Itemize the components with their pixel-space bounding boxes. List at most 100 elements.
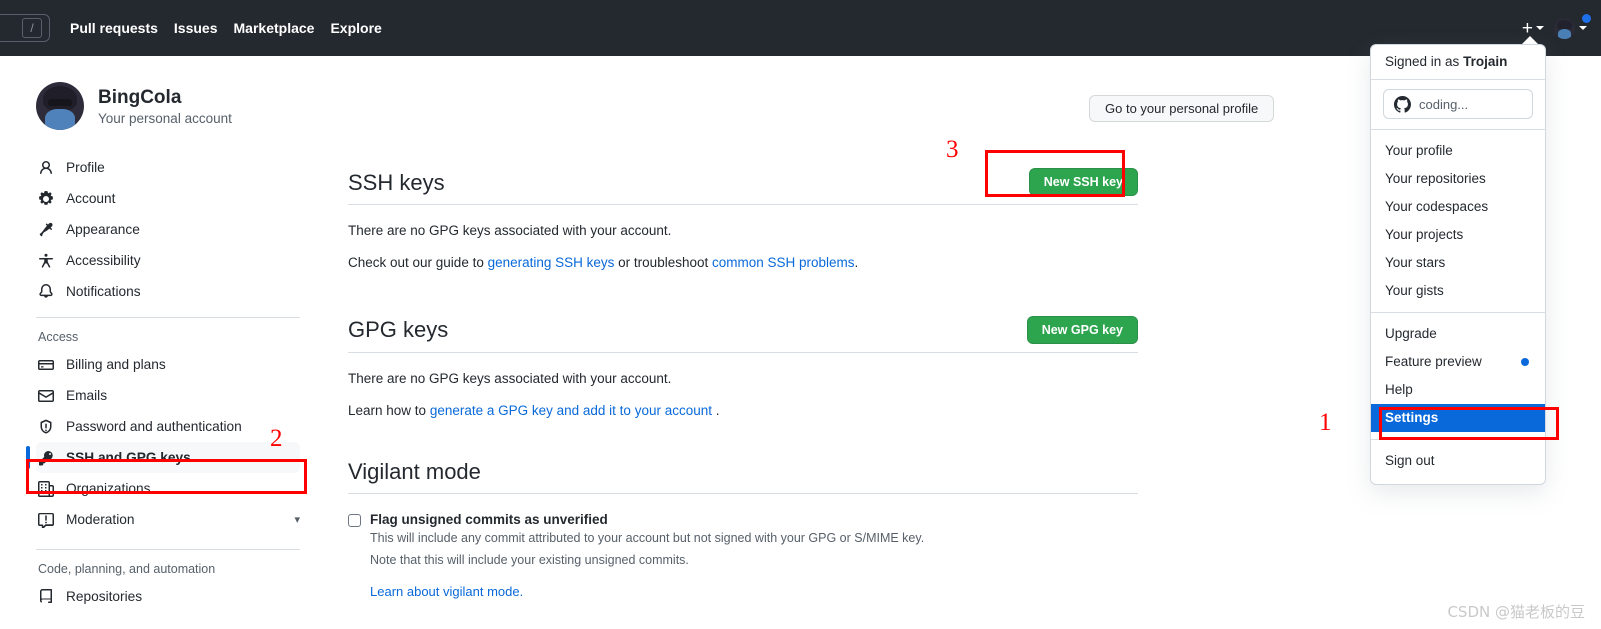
signed-in-username: Trojain xyxy=(1463,54,1508,69)
sidebar-item-accessibility[interactable]: Accessibility xyxy=(36,245,300,276)
menu-item-label: Feature preview xyxy=(1385,354,1482,369)
mail-icon xyxy=(38,388,54,404)
go-to-personal-profile-button[interactable]: Go to your personal profile xyxy=(1089,95,1275,122)
organization-icon xyxy=(38,480,54,497)
gpg-keys-body: There are no GPG keys associated with yo… xyxy=(348,353,1138,422)
menu-item-your-codespaces[interactable]: Your codespaces xyxy=(1371,193,1545,221)
status-text: coding... xyxy=(1419,96,1469,112)
account-subtitle: Your personal account xyxy=(98,110,232,126)
learn-about-vigilant-mode-link[interactable]: Learn about vigilant mode. xyxy=(370,584,523,599)
key-icon xyxy=(38,450,54,466)
generating-ssh-keys-link[interactable]: generating SSH keys xyxy=(488,255,615,270)
sidebar-item-ssh-and-gpg-keys[interactable]: SSH and GPG keys xyxy=(26,442,300,473)
shield-icon xyxy=(38,419,54,435)
sidebar-item-profile[interactable]: Profile xyxy=(36,152,300,183)
nav-explore[interactable]: Explore xyxy=(330,20,381,36)
sidebar-item-moderation[interactable]: Moderation ▾ xyxy=(36,504,300,535)
annotation-number-2: 2 xyxy=(270,425,283,452)
global-header: / Pull requests Issues Marketplace Explo… xyxy=(0,0,1601,56)
menu-item-settings[interactable]: Settings xyxy=(1371,404,1545,432)
sidebar-item-label: Moderation xyxy=(66,512,135,527)
status-section: coding... xyxy=(1371,80,1545,130)
sidebar-item-label: Accessibility xyxy=(66,253,141,268)
dropdown-group-signout: Sign out xyxy=(1371,440,1545,482)
menu-item-upgrade[interactable]: Upgrade xyxy=(1371,320,1545,348)
sidebar-section-code-planning-automation: Code, planning, and automation xyxy=(38,562,216,576)
sidebar-primary-list: Profile Account Appearance Accessibility xyxy=(0,152,330,307)
menu-item-your-gists[interactable]: Your gists xyxy=(1371,277,1545,305)
search-shortcut-badge: / xyxy=(22,18,42,38)
menu-item-your-stars[interactable]: Your stars xyxy=(1371,249,1545,277)
menu-item-your-repositories[interactable]: Your repositories xyxy=(1371,165,1545,193)
menu-item-label: Help xyxy=(1385,382,1413,397)
sidebar-item-billing-and-plans[interactable]: Billing and plans xyxy=(36,349,300,380)
ssh-keys-body: There are no GPG keys associated with yo… xyxy=(348,205,1138,274)
sidebar-section-access: Access xyxy=(38,330,79,344)
nav-issues[interactable]: Issues xyxy=(174,20,218,36)
nav-pull-requests[interactable]: Pull requests xyxy=(70,20,158,36)
ssh-guide-suffix: . xyxy=(854,255,859,271)
gpg-keys-title: GPG keys xyxy=(348,317,449,343)
octocat-icon xyxy=(1394,95,1411,113)
sidebar-item-organizations[interactable]: Organizations xyxy=(36,473,300,504)
menu-item-label: Your projects xyxy=(1385,227,1464,242)
menu-item-label: Sign out xyxy=(1385,453,1435,468)
chevron-down-icon xyxy=(1536,26,1544,30)
vigilant-mode-title: Vigilant mode xyxy=(348,459,481,484)
account-header: BingCola Your personal account xyxy=(0,56,330,130)
dropdown-group-settings: Upgrade Feature preview Help Settings xyxy=(1371,313,1545,440)
signed-in-as: Signed in as Trojain xyxy=(1371,45,1545,80)
generate-gpg-key-link[interactable]: generate a GPG key and add it to your ac… xyxy=(430,403,712,418)
avatar-sunglasses xyxy=(48,99,72,106)
flag-unsigned-commits-checkbox[interactable] xyxy=(348,514,361,528)
menu-item-your-profile[interactable]: Your profile xyxy=(1371,137,1545,165)
menu-item-feature-preview[interactable]: Feature preview xyxy=(1371,348,1545,376)
user-dropdown-menu: Signed in as Trojain coding... Your prof… xyxy=(1370,44,1546,485)
accessibility-icon xyxy=(38,253,54,269)
nav-marketplace[interactable]: Marketplace xyxy=(234,20,315,36)
sidebar-item-repositories[interactable]: Repositories xyxy=(36,581,300,612)
menu-item-your-projects[interactable]: Your projects xyxy=(1371,221,1545,249)
sidebar-item-label: SSH and GPG keys xyxy=(66,450,191,465)
sidebar-item-label: Organizations xyxy=(66,481,151,496)
sidebar-item-label: Repositories xyxy=(66,589,143,604)
header-nav: Pull requests Issues Marketplace Explore xyxy=(70,0,382,56)
new-gpg-key-button[interactable]: New GPG key xyxy=(1026,315,1138,344)
gpg-learn-suffix: . xyxy=(712,402,720,418)
sidebar-item-label: Notifications xyxy=(66,284,141,299)
menu-item-sign-out[interactable]: Sign out xyxy=(1371,447,1545,475)
gpg-learn-text: Learn how to generate a GPG key and add … xyxy=(348,401,1138,421)
annotation-number-3: 3 xyxy=(946,136,959,163)
person-icon xyxy=(38,160,54,176)
plus-icon: + xyxy=(1521,17,1533,39)
sidebar-item-label: Appearance xyxy=(66,222,140,237)
gpg-empty-text: There are no GPG keys associated with yo… xyxy=(348,370,672,386)
page-title: SSH keys xyxy=(348,169,445,195)
new-ssh-key-button[interactable]: New SSH key xyxy=(1028,168,1138,196)
create-new-button[interactable]: + xyxy=(1522,19,1544,38)
ssh-empty-text: There are no GPG keys associated with yo… xyxy=(348,223,672,238)
sidebar-item-label: Password and authentication xyxy=(66,419,242,434)
sidebar-item-account[interactable]: Account xyxy=(36,183,300,214)
gear-icon xyxy=(38,190,54,207)
ssh-keys-header: SSH keys New SSH key xyxy=(348,168,1138,205)
bell-icon xyxy=(38,283,54,300)
search-input[interactable]: / xyxy=(0,14,50,42)
menu-item-label: Your profile xyxy=(1385,143,1453,158)
gpg-learn-prefix: Learn how to xyxy=(348,402,430,418)
gpg-keys-header: GPG keys New GPG key xyxy=(348,315,1138,353)
sidebar-item-password-and-authentication[interactable]: Password and authentication xyxy=(36,411,300,442)
sidebar-item-appearance[interactable]: Appearance xyxy=(36,214,300,245)
repo-icon xyxy=(38,588,54,605)
sidebar-item-notifications[interactable]: Notifications xyxy=(36,276,300,307)
menu-item-label: Your codespaces xyxy=(1385,199,1489,214)
menu-item-help[interactable]: Help xyxy=(1371,376,1545,404)
credit-card-icon xyxy=(38,357,54,373)
vigilant-mode-section: Vigilant mode Flag unsigned commits as u… xyxy=(348,459,1138,599)
report-icon xyxy=(38,512,54,528)
vigilant-mode-header: Vigilant mode xyxy=(348,459,1138,495)
sidebar-item-emails[interactable]: Emails xyxy=(36,380,300,411)
watermark: CSDN @猫老板的豆 xyxy=(1447,603,1585,621)
common-ssh-problems-link[interactable]: common SSH problems xyxy=(712,255,855,270)
set-status-button[interactable]: coding... xyxy=(1383,89,1533,119)
